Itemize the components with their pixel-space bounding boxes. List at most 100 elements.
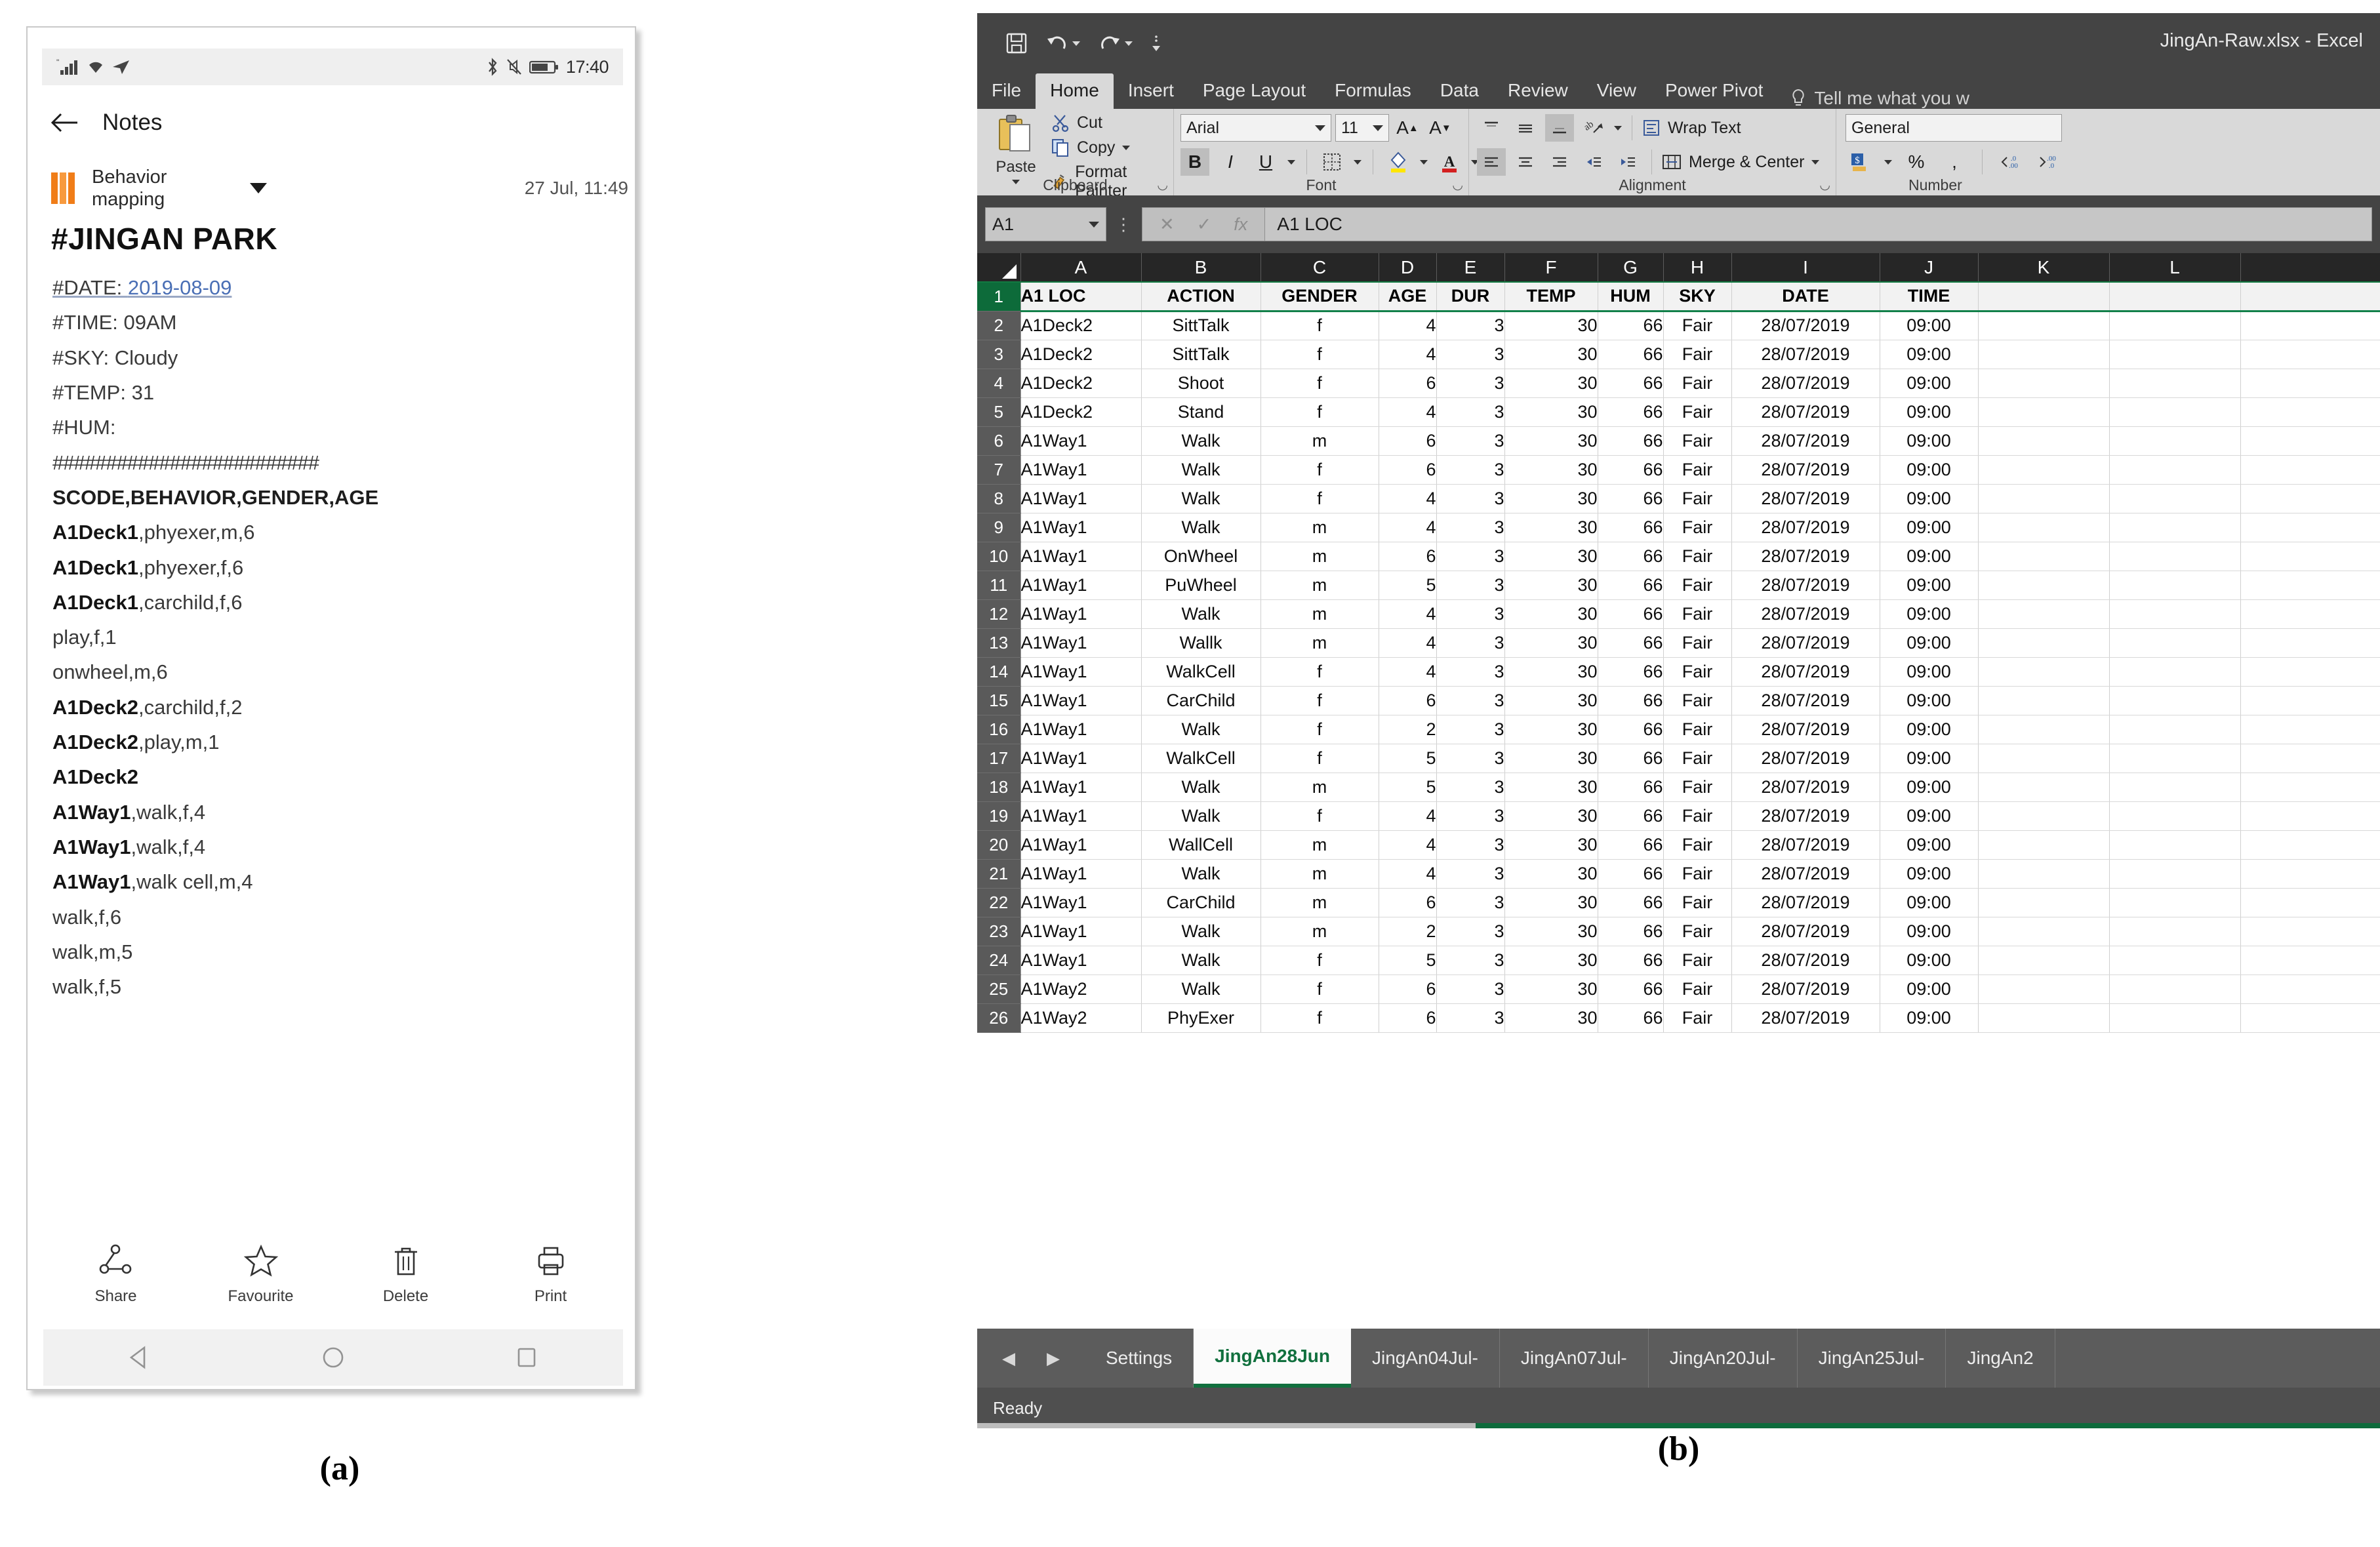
table-row[interactable]: 16A1Way1Walkf233066Fair28/07/201909:00	[977, 715, 2380, 744]
header-cell[interactable]: DUR	[1436, 282, 1504, 311]
table-cell[interactable]	[2240, 311, 2380, 340]
table-cell[interactable]: 09:00	[1880, 657, 1978, 686]
table-cell[interactable]: 09:00	[1880, 773, 1978, 801]
font-color-button[interactable]: A	[1435, 148, 1464, 176]
table-row[interactable]: 18A1Way1Walkm533066Fair28/07/201909:00	[977, 773, 2380, 801]
table-cell[interactable]	[1978, 311, 2109, 340]
wrap-text-button[interactable]: Wrap Text	[1642, 118, 1741, 138]
table-cell[interactable]: 09:00	[1880, 801, 1978, 830]
table-cell[interactable]: Walk	[1141, 859, 1261, 888]
decrease-decimal-button[interactable]: .00 .0	[2034, 148, 2063, 176]
table-cell[interactable]: 30	[1504, 542, 1598, 571]
table-cell[interactable]: Walk	[1141, 715, 1261, 744]
table-row[interactable]: 5A1Deck2Standf433066Fair28/07/201909:00	[977, 397, 2380, 426]
table-cell[interactable]	[2240, 801, 2380, 830]
table-row[interactable]: 12A1Way1Walkm433066Fair28/07/201909:00	[977, 599, 2380, 628]
table-cell[interactable]	[2109, 830, 2240, 859]
table-cell[interactable]: 09:00	[1880, 397, 1978, 426]
row-number[interactable]: 26	[977, 1003, 1020, 1032]
table-cell[interactable]: 30	[1504, 801, 1598, 830]
table-cell[interactable]: 4	[1379, 801, 1436, 830]
tab-data[interactable]: Data	[1426, 73, 1493, 109]
table-row[interactable]: 23A1Way1Walkm233066Fair28/07/201909:00	[977, 917, 2380, 946]
table-cell[interactable]: Fair	[1663, 455, 1731, 484]
table-cell[interactable]	[2109, 1003, 2240, 1032]
table-cell[interactable]	[2109, 311, 2240, 340]
col-header-H[interactable]: H	[1663, 253, 1731, 282]
tab-view[interactable]: View	[1583, 73, 1651, 109]
table-cell[interactable]	[1978, 686, 2109, 715]
tab-formulas[interactable]: Formulas	[1320, 73, 1426, 109]
table-cell[interactable]: 09:00	[1880, 686, 1978, 715]
table-cell[interactable]: 30	[1504, 946, 1598, 974]
table-cell[interactable]	[2109, 340, 2240, 369]
row-number[interactable]: 21	[977, 859, 1020, 888]
table-cell[interactable]	[2109, 628, 2240, 657]
table-cell[interactable]: 09:00	[1880, 917, 1978, 946]
table-cell[interactable]: 4	[1379, 397, 1436, 426]
table-cell[interactable]: A1Deck2	[1020, 340, 1141, 369]
row-number[interactable]: 8	[977, 484, 1020, 513]
table-row[interactable]: 21A1Way1Walkm433066Fair28/07/201909:00	[977, 859, 2380, 888]
table-cell[interactable]: 30	[1504, 744, 1598, 773]
table-cell[interactable]: 30	[1504, 311, 1598, 340]
col-header-E[interactable]: E	[1436, 253, 1504, 282]
table-cell[interactable]: A1Way2	[1020, 974, 1141, 1003]
table-cell[interactable]: 09:00	[1880, 744, 1978, 773]
table-cell[interactable]	[2240, 686, 2380, 715]
table-row[interactable]: 10A1Way1OnWheelm633066Fair28/07/201909:0…	[977, 542, 2380, 571]
table-cell[interactable]: Fair	[1663, 628, 1731, 657]
table-cell[interactable]: m	[1261, 571, 1379, 599]
italic-button[interactable]: I	[1216, 148, 1245, 176]
table-cell[interactable]: 66	[1598, 686, 1663, 715]
table-cell[interactable]: 28/07/2019	[1731, 484, 1880, 513]
table-cell[interactable]: 28/07/2019	[1731, 859, 1880, 888]
orientation-button[interactable]: ab	[1579, 114, 1608, 142]
increase-indent-button[interactable]	[1613, 148, 1642, 176]
table-row[interactable]: 13A1Way1Wallkm433066Fair28/07/201909:00	[977, 628, 2380, 657]
table-cell[interactable]: 09:00	[1880, 859, 1978, 888]
increase-decimal-button[interactable]: .0 .00	[1996, 148, 2025, 176]
table-cell[interactable]	[1978, 340, 2109, 369]
table-cell[interactable]	[2109, 513, 2240, 542]
merge-center-button[interactable]: Merge & Center	[1661, 152, 1820, 172]
table-cell[interactable]: 3	[1436, 917, 1504, 946]
table-cell[interactable]: 6	[1379, 542, 1436, 571]
table-cell[interactable]: Walk	[1141, 484, 1261, 513]
table-cell[interactable]: 09:00	[1880, 1003, 1978, 1032]
col-header-F[interactable]: F	[1504, 253, 1598, 282]
table-cell[interactable]: 3	[1436, 715, 1504, 744]
table-cell[interactable]: Fair	[1663, 657, 1731, 686]
table-cell[interactable]: 5	[1379, 773, 1436, 801]
table-cell[interactable]: 09:00	[1880, 426, 1978, 455]
table-cell[interactable]: 28/07/2019	[1731, 744, 1880, 773]
table-row[interactable]: 26A1Way2PhyExerf633066Fair28/07/201909:0…	[977, 1003, 2380, 1032]
table-cell[interactable]	[2240, 571, 2380, 599]
table-cell[interactable]: A1Way1	[1020, 715, 1141, 744]
underline-button[interactable]: U	[1251, 148, 1280, 176]
table-cell[interactable]: Fair	[1663, 715, 1731, 744]
back-arrow-icon[interactable]	[50, 108, 80, 138]
table-cell[interactable]: Fair	[1663, 744, 1731, 773]
table-cell[interactable]: 66	[1598, 628, 1663, 657]
table-cell[interactable]: 30	[1504, 599, 1598, 628]
bold-button[interactable]: B	[1180, 148, 1209, 176]
name-box[interactable]: A1	[985, 207, 1106, 241]
table-cell[interactable]: 28/07/2019	[1731, 340, 1880, 369]
table-cell[interactable]: A1Way1	[1020, 859, 1141, 888]
table-cell[interactable]: 3	[1436, 830, 1504, 859]
col-header-D[interactable]: D	[1379, 253, 1436, 282]
table-cell[interactable]	[1978, 455, 2109, 484]
table-cell[interactable]: 09:00	[1880, 542, 1978, 571]
table-cell[interactable]: m	[1261, 773, 1379, 801]
table-cell[interactable]: 4	[1379, 599, 1436, 628]
table-row[interactable]: 8A1Way1Walkf433066Fair28/07/201909:00	[977, 484, 2380, 513]
header-cell[interactable]: TEMP	[1504, 282, 1598, 311]
table-cell[interactable]: A1Way1	[1020, 599, 1141, 628]
table-cell[interactable]: Walk	[1141, 599, 1261, 628]
table-cell[interactable]: f	[1261, 340, 1379, 369]
table-cell[interactable]: A1Way1	[1020, 686, 1141, 715]
header-cell[interactable]: TIME	[1880, 282, 1978, 311]
table-cell[interactable]	[2240, 715, 2380, 744]
next-sheet-button[interactable]: ▶	[1047, 1348, 1060, 1369]
